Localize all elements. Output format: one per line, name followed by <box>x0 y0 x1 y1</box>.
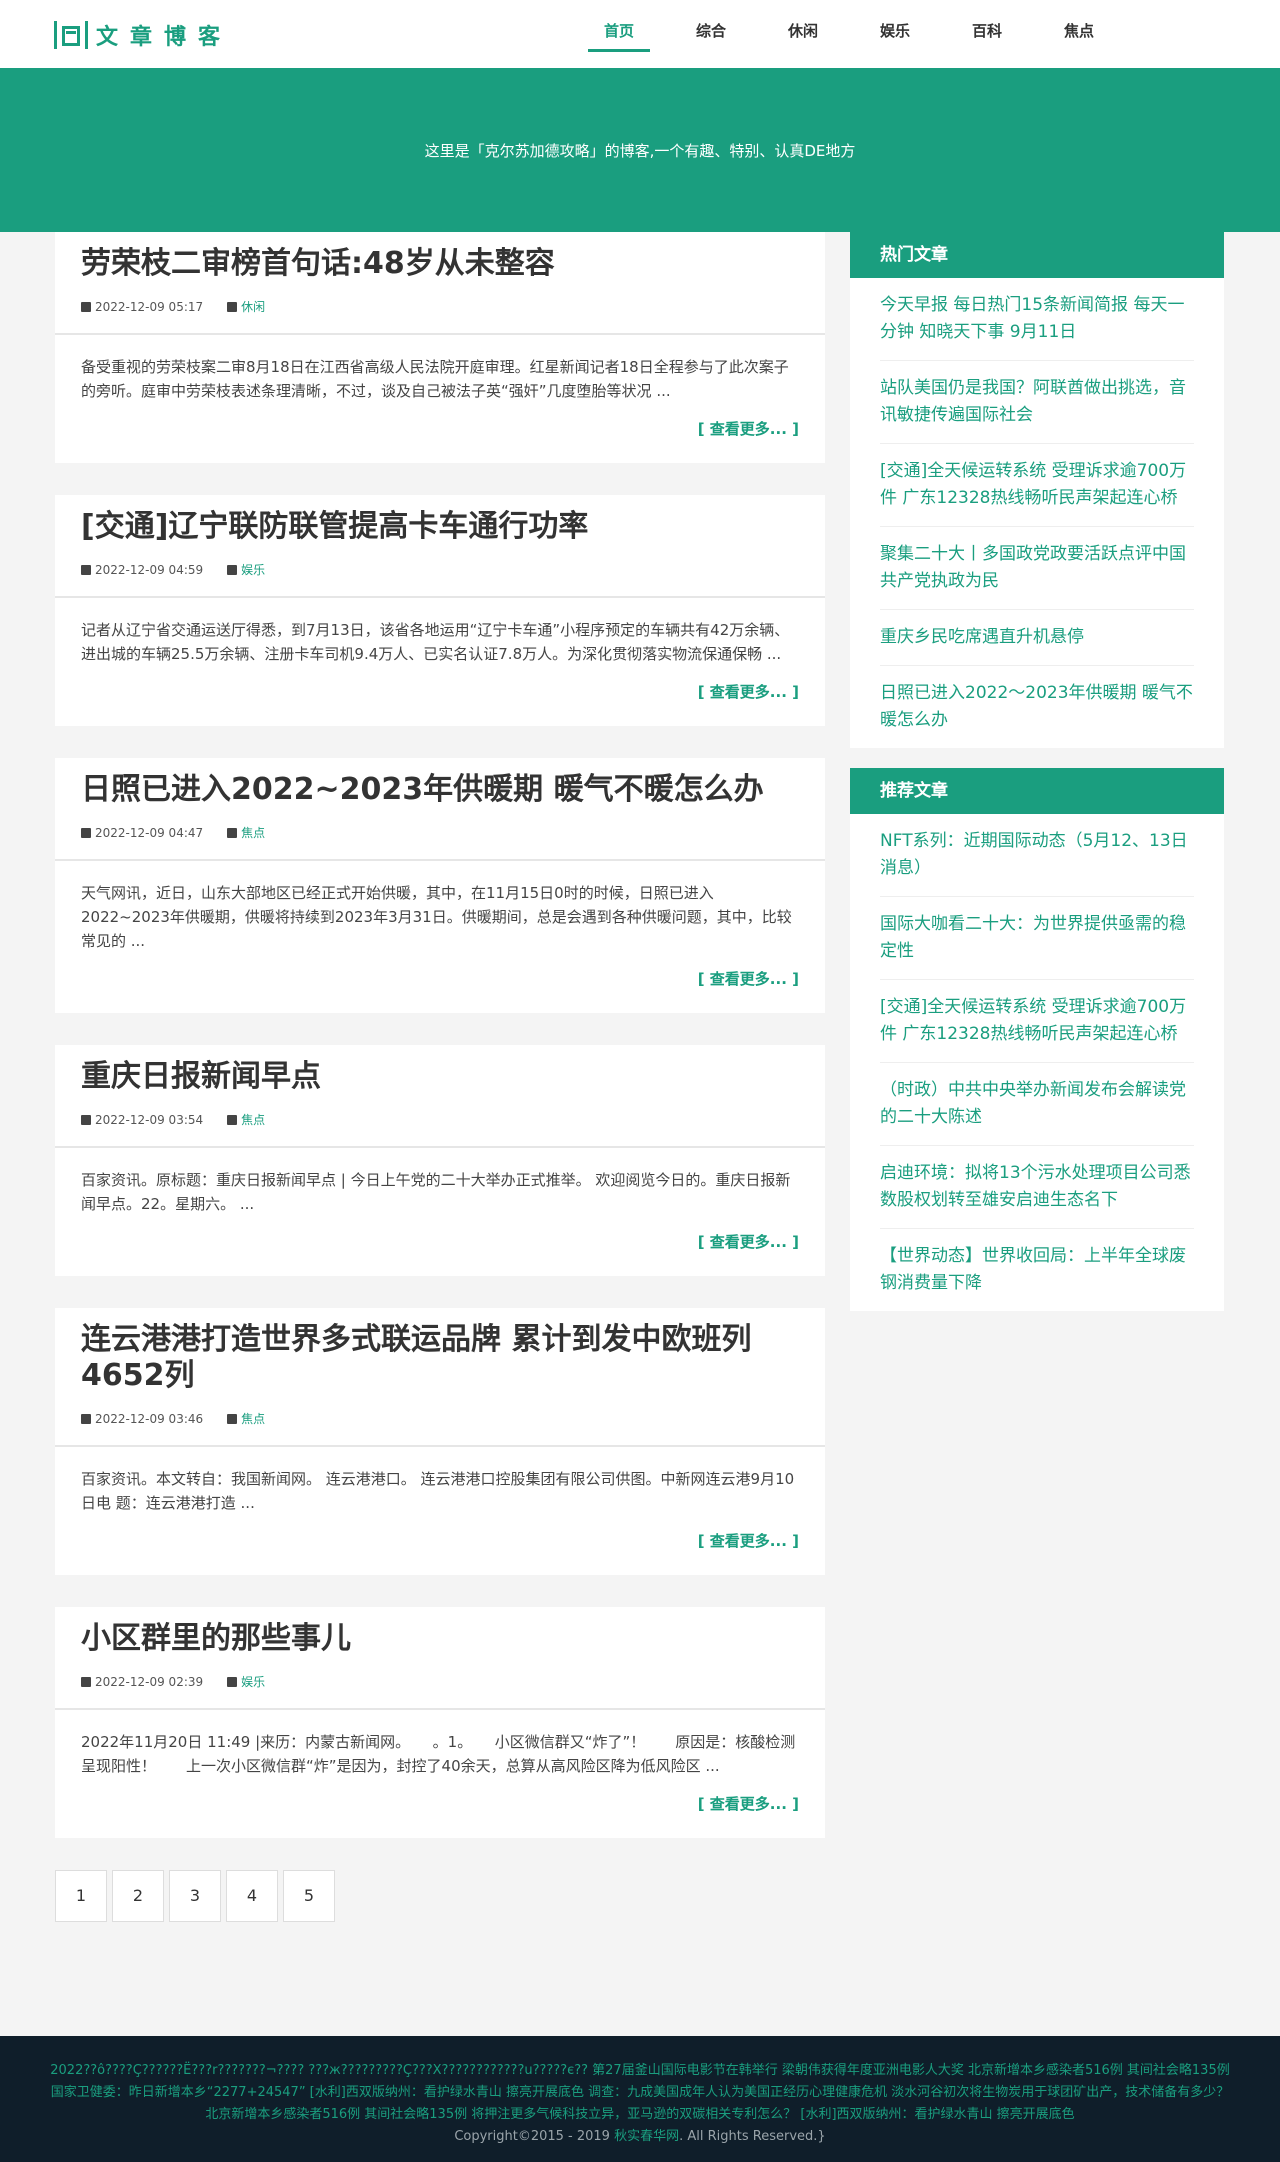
article-date: 2022-12-09 04:59 <box>95 562 204 577</box>
calendar-icon <box>81 1413 91 1424</box>
article-meta: 2022-12-09 02:39 娱乐 <box>81 1673 799 1690</box>
article-date: 2022-12-09 04:47 <box>95 825 204 840</box>
article-title[interactable]: 劳荣枝二审榜首句话:48岁从未整容 <box>81 246 799 282</box>
article-meta: 2022-12-09 04:59 娱乐 <box>81 561 799 578</box>
footer-links[interactable]: 2022??ô????Ç??????Ё???r???????¬???? ???ж… <box>50 2060 1230 2126</box>
article-category[interactable]: 焦点 <box>241 1410 265 1427</box>
recommended-articles-widget: 推荐文章 NFT系列：近期国际动态（5月12、13日消息） 国际大咖看二十大：为… <box>850 768 1224 1311</box>
article-category[interactable]: 娱乐 <box>241 561 265 578</box>
recommended-article-link[interactable]: NFT系列：近期国际动态（5月12、13日消息） <box>880 814 1194 897</box>
article-card: 劳荣枝二审榜首句话:48岁从未整容 2022-12-09 05:17 休闲 备受… <box>55 232 825 463</box>
article-excerpt: 天气网讯，近日，山东大部地区已经正式开始供暖，其中，在11月15日0时的时候，日… <box>81 884 792 950</box>
hot-article-link[interactable]: 重庆乡民吃席遇直升机悬停 <box>880 610 1194 666</box>
recommended-article-link[interactable]: 启迪环境：拟将13个污水处理项目公司悉数股权划转至雄安启迪生态名下 <box>880 1146 1194 1229</box>
sidebar: 热门文章 今天早报 每日热门15条新闻简报 每天一分钟 知晓天下事 9月11日 … <box>850 232 1224 1331</box>
recommended-article-link[interactable]: [交通]全天候运转系统 受理诉求逾700万件 广东12328热线畅听民声架起连心… <box>880 980 1194 1063</box>
hot-article-link[interactable]: 日照已进入2022～2023年供暖期 暖气不暖怎么办 <box>880 666 1194 748</box>
article-title[interactable]: 小区群里的那些事儿 <box>81 1621 799 1657</box>
folder-icon <box>227 827 238 838</box>
article-category[interactable]: 焦点 <box>241 1111 265 1128</box>
page-button-3[interactable]: 3 <box>169 1870 221 1922</box>
logo-icon <box>54 21 88 49</box>
top-navbar: 文章博客 首页 综合 休闲 娱乐 百科 焦点 <box>0 0 1280 68</box>
nav-item-entertainment[interactable]: 娱乐 <box>864 14 926 52</box>
calendar-icon <box>81 827 91 838</box>
folder-icon <box>227 564 238 575</box>
nav-item-encyclopedia[interactable]: 百科 <box>956 14 1018 52</box>
article-title[interactable]: 日照已进入2022~2023年供暖期 暖气不暖怎么办 <box>81 772 799 808</box>
logo-text: 文章博客 <box>96 25 233 50</box>
read-more-link[interactable]: [ 查看更多... ] <box>81 1230 799 1254</box>
article-title[interactable]: 连云港港打造世界多式联运品牌 累计到发中欧班列4652列 <box>81 1322 799 1394</box>
article-meta: 2022-12-09 03:54 焦点 <box>81 1111 799 1128</box>
page-button-5[interactable]: 5 <box>283 1870 335 1922</box>
main-nav: 首页 综合 休闲 娱乐 百科 焦点 <box>588 14 1140 52</box>
read-more-link[interactable]: [ 查看更多... ] <box>81 417 799 441</box>
hot-article-link[interactable]: 聚集二十大丨多国政党政要活跃点评中国共产党执政为民 <box>880 527 1194 610</box>
calendar-icon <box>81 564 91 575</box>
article-excerpt: 百家资讯。本文转自：我国新闻网。 连云港港口。 连云港港口控股集团有限公司供图。… <box>81 1470 795 1512</box>
hot-articles-widget: 热门文章 今天早报 每日热门15条新闻简报 每天一分钟 知晓天下事 9月11日 … <box>850 232 1224 748</box>
recommended-article-link[interactable]: 【世界动态】世界收回局：上半年全球废钢消费量下降 <box>880 1229 1194 1311</box>
article-card: [交通]辽宁联防联管提高卡车通行功率 2022-12-09 04:59 娱乐 记… <box>55 495 825 726</box>
article-card: 重庆日报新闻早点 2022-12-09 03:54 焦点 百家资讯。原标题：重庆… <box>55 1045 825 1276</box>
folder-icon <box>227 301 238 312</box>
nav-item-home[interactable]: 首页 <box>588 14 650 52</box>
article-excerpt: 备受重视的劳荣枝案二审8月18日在江西省高级人民法院开庭审理。红星新闻记者18日… <box>81 358 789 400</box>
page-button-2[interactable]: 2 <box>112 1870 164 1922</box>
page-button-4[interactable]: 4 <box>226 1870 278 1922</box>
article-meta: 2022-12-09 04:47 焦点 <box>81 824 799 841</box>
widget-title: 热门文章 <box>850 232 1224 278</box>
nav-item-focus[interactable]: 焦点 <box>1048 14 1110 52</box>
article-meta: 2022-12-09 05:17 休闲 <box>81 298 799 315</box>
pagination: 1 2 3 4 5 <box>55 1870 825 1922</box>
article-card: 日照已进入2022~2023年供暖期 暖气不暖怎么办 2022-12-09 04… <box>55 758 825 1013</box>
article-title[interactable]: [交通]辽宁联防联管提高卡车通行功率 <box>81 509 799 545</box>
hot-article-link[interactable]: [交通]全天候运转系统 受理诉求逾700万件 广东12328热线畅听民声架起连心… <box>880 444 1194 527</box>
article-category[interactable]: 焦点 <box>241 824 265 841</box>
folder-icon <box>227 1676 238 1687</box>
article-category[interactable]: 休闲 <box>241 298 265 315</box>
copyright-suffix: . All Rights Reserved.} <box>679 2129 826 2144</box>
recommended-article-link[interactable]: 国际大咖看二十大：为世界提供亟需的稳定性 <box>880 897 1194 980</box>
article-excerpt: 百家资讯。原标题：重庆日报新闻早点 | 今日上午党的二十大举办正式推举。 欢迎阅… <box>81 1171 791 1213</box>
article-date: 2022-12-09 03:54 <box>95 1112 204 1127</box>
banner-text: 这里是「克尔苏加德攻略」的博客,一个有趣、特别、认真DE地方 <box>424 142 856 160</box>
nav-item-leisure[interactable]: 休闲 <box>772 14 834 52</box>
footer: 2022??ô????Ç??????Ё???r???????¬???? ???ж… <box>0 2036 1280 2162</box>
read-more-link[interactable]: [ 查看更多... ] <box>81 967 799 991</box>
site-logo[interactable]: 文章博客 <box>54 19 232 51</box>
copyright-prefix: Copyright©2015 - 2019 <box>454 2129 615 2144</box>
read-more-link[interactable]: [ 查看更多... ] <box>81 680 799 704</box>
article-meta: 2022-12-09 03:46 焦点 <box>81 1410 799 1427</box>
article-list: 劳荣枝二审榜首句话:48岁从未整容 2022-12-09 05:17 休闲 备受… <box>55 232 825 1922</box>
article-card: 小区群里的那些事儿 2022-12-09 02:39 娱乐 2022年11月20… <box>55 1607 825 1838</box>
page-button-1[interactable]: 1 <box>55 1870 107 1922</box>
article-card: 连云港港打造世界多式联运品牌 累计到发中欧班列4652列 2022-12-09 … <box>55 1308 825 1575</box>
folder-icon <box>227 1114 238 1125</box>
article-date: 2022-12-09 02:39 <box>95 1674 204 1689</box>
read-more-link[interactable]: [ 查看更多... ] <box>81 1529 799 1553</box>
hero-banner: 这里是「克尔苏加德攻略」的博客,一个有趣、特别、认真DE地方 <box>0 68 1280 232</box>
article-title[interactable]: 重庆日报新闻早点 <box>81 1059 799 1095</box>
site-name-link[interactable]: 秋实春华网 <box>614 2129 679 2144</box>
copyright: Copyright©2015 - 2019 秋实春华网. All Rights … <box>50 2126 1230 2148</box>
article-category[interactable]: 娱乐 <box>241 1673 265 1690</box>
article-excerpt: 2022年11月20日 11:49 |来历：内蒙古新闻网。 。1。 小区微信群又… <box>81 1733 796 1775</box>
calendar-icon <box>81 1676 91 1687</box>
read-more-link[interactable]: [ 查看更多... ] <box>81 1792 799 1816</box>
hot-article-link[interactable]: 今天早报 每日热门15条新闻简报 每天一分钟 知晓天下事 9月11日 <box>880 278 1194 361</box>
article-date: 2022-12-09 03:46 <box>95 1411 204 1426</box>
widget-title: 推荐文章 <box>850 768 1224 814</box>
calendar-icon <box>81 1114 91 1125</box>
article-date: 2022-12-09 05:17 <box>95 299 204 314</box>
folder-icon <box>227 1413 238 1424</box>
hot-article-link[interactable]: 站队美国仍是我国？阿联酋做出挑选，音讯敏捷传遍国际社会 <box>880 361 1194 444</box>
recommended-article-link[interactable]: （时政）中共中央举办新闻发布会解读党的二十大陈述 <box>880 1063 1194 1146</box>
calendar-icon <box>81 301 91 312</box>
nav-item-general[interactable]: 综合 <box>680 14 742 52</box>
article-excerpt: 记者从辽宁省交通运送厅得悉，到7月13日，该省各地运用“辽宁卡车通”小程序预定的… <box>81 621 790 663</box>
